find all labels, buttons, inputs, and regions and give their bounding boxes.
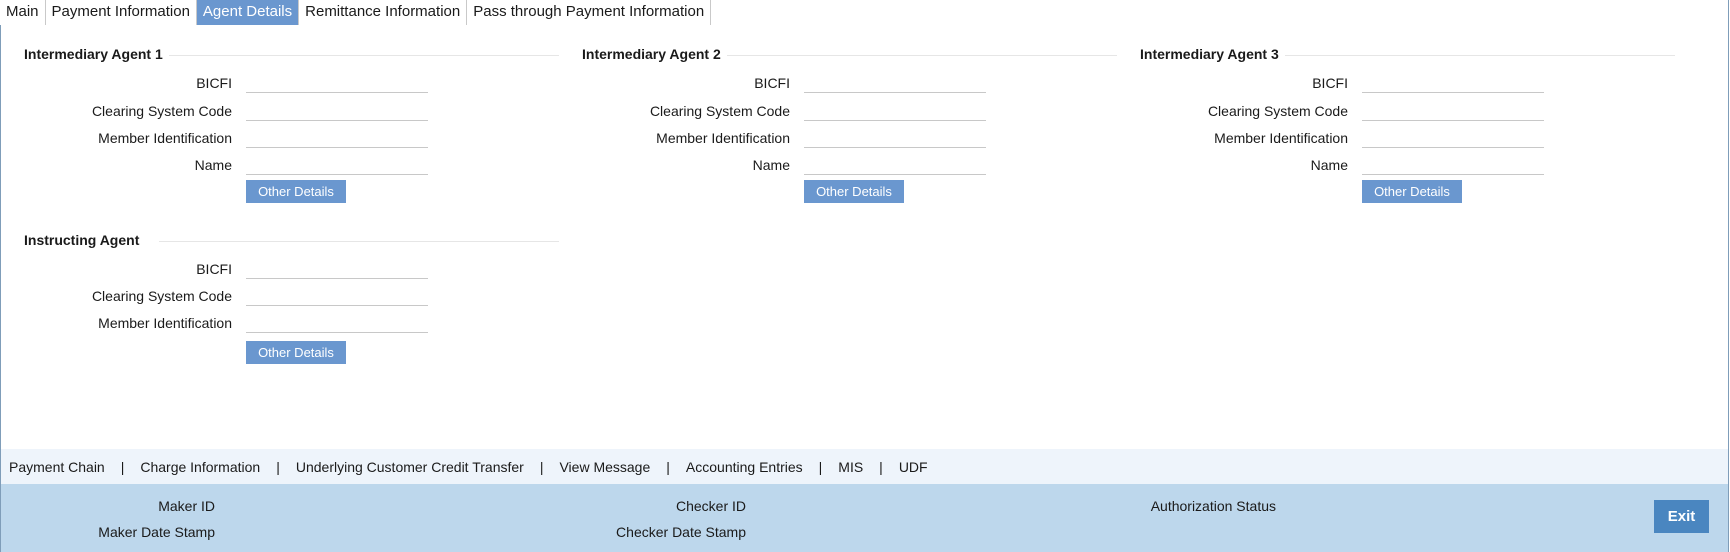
link-payment-chain[interactable]: Payment Chain	[9, 459, 105, 475]
bicfi-label: BICFI	[754, 75, 790, 91]
name-label: Name	[1310, 157, 1348, 173]
name-label: Name	[752, 157, 790, 173]
section-divider	[169, 55, 559, 56]
clearing-system-code-input[interactable]	[246, 101, 428, 121]
section-divider	[727, 55, 1117, 56]
checker-id-label: Checker ID	[675, 498, 746, 514]
section-title: Intermediary Agent 2	[582, 46, 721, 62]
link-udf[interactable]: UDF	[899, 459, 928, 475]
clearing-system-code-label: Clearing System Code	[91, 103, 232, 119]
link-separator: |	[539, 458, 544, 475]
section-divider	[159, 241, 559, 242]
audit-footer: Maker ID Maker Date Stamp Checker ID Che…	[1, 484, 1728, 552]
clearing-system-code-input[interactable]	[804, 101, 986, 121]
member-identification-input[interactable]	[246, 313, 428, 333]
bicfi-input[interactable]	[246, 259, 428, 279]
link-mis[interactable]: MIS	[838, 459, 863, 475]
tab-agent-details[interactable]: Agent Details	[196, 0, 300, 25]
member-identification-label: Member Identification	[656, 130, 790, 146]
intermediary-agent-3-section: Intermediary Agent 3 BICFI Clearing Syst…	[1140, 46, 1675, 206]
name-input[interactable]	[1362, 155, 1544, 175]
bicfi-input[interactable]	[1362, 73, 1544, 93]
clearing-system-code-input[interactable]	[1362, 101, 1544, 121]
link-separator: |	[818, 458, 823, 475]
link-underlying-customer-credit-transfer[interactable]: Underlying Customer Credit Transfer	[296, 459, 524, 475]
section-title: Intermediary Agent 3	[1140, 46, 1279, 62]
other-details-button[interactable]: Other Details	[246, 341, 346, 364]
clearing-system-code-input[interactable]	[246, 286, 428, 306]
maker-id-label: Maker ID	[158, 498, 215, 514]
maker-date-stamp-label: Maker Date Stamp	[98, 524, 215, 540]
section-divider	[1285, 55, 1675, 56]
checker-date-stamp-label: Checker Date Stamp	[616, 524, 746, 540]
tab-main[interactable]: Main	[0, 0, 46, 25]
bottom-link-bar: Payment Chain | Charge Information | Und…	[1, 449, 1728, 484]
other-details-button[interactable]: Other Details	[804, 180, 904, 203]
link-view-message[interactable]: View Message	[559, 459, 650, 475]
tab-payment-information[interactable]: Payment Information	[45, 0, 197, 25]
link-separator: |	[879, 458, 883, 475]
name-input[interactable]	[804, 155, 986, 175]
authorization-status-label: Authorization Status	[1150, 498, 1276, 514]
member-identification-input[interactable]	[804, 128, 986, 148]
member-identification-input[interactable]	[1362, 128, 1544, 148]
name-label: Name	[194, 157, 232, 173]
member-identification-label: Member Identification	[98, 315, 232, 331]
link-separator: |	[666, 458, 670, 475]
intermediary-agent-1-section: Intermediary Agent 1 BICFI Clearing Syst…	[24, 46, 559, 206]
instructing-agent-section: Instructing Agent BICFI Clearing System …	[24, 232, 559, 372]
other-details-button[interactable]: Other Details	[1362, 180, 1462, 203]
member-identification-input[interactable]	[246, 128, 428, 148]
section-title: Intermediary Agent 1	[24, 46, 163, 62]
other-details-button[interactable]: Other Details	[246, 180, 346, 203]
link-separator: |	[120, 458, 125, 475]
name-input[interactable]	[246, 155, 428, 175]
tab-remittance-information[interactable]: Remittance Information	[299, 0, 468, 25]
tab-bar: Main Payment Information Agent Details R…	[0, 0, 712, 25]
section-title: Instructing Agent	[24, 232, 140, 248]
tab-pass-through-payment-information[interactable]: Pass through Payment Information	[467, 0, 712, 25]
member-identification-label: Member Identification	[1214, 130, 1348, 146]
exit-button[interactable]: Exit	[1654, 500, 1709, 533]
bicfi-label: BICFI	[1312, 75, 1348, 91]
frame-border-right	[1728, 0, 1729, 552]
bicfi-label: BICFI	[196, 261, 232, 277]
clearing-system-code-label: Clearing System Code	[91, 288, 232, 304]
bicfi-input[interactable]	[804, 73, 986, 93]
clearing-system-code-label: Clearing System Code	[649, 103, 790, 119]
link-charge-information[interactable]: Charge Information	[140, 459, 260, 475]
clearing-system-code-label: Clearing System Code	[1207, 103, 1348, 119]
link-separator: |	[276, 458, 280, 475]
intermediary-agent-2-section: Intermediary Agent 2 BICFI Clearing Syst…	[582, 46, 1117, 206]
bicfi-input[interactable]	[246, 73, 428, 93]
member-identification-label: Member Identification	[98, 130, 232, 146]
link-accounting-entries[interactable]: Accounting Entries	[686, 459, 803, 475]
bicfi-label: BICFI	[196, 75, 232, 91]
